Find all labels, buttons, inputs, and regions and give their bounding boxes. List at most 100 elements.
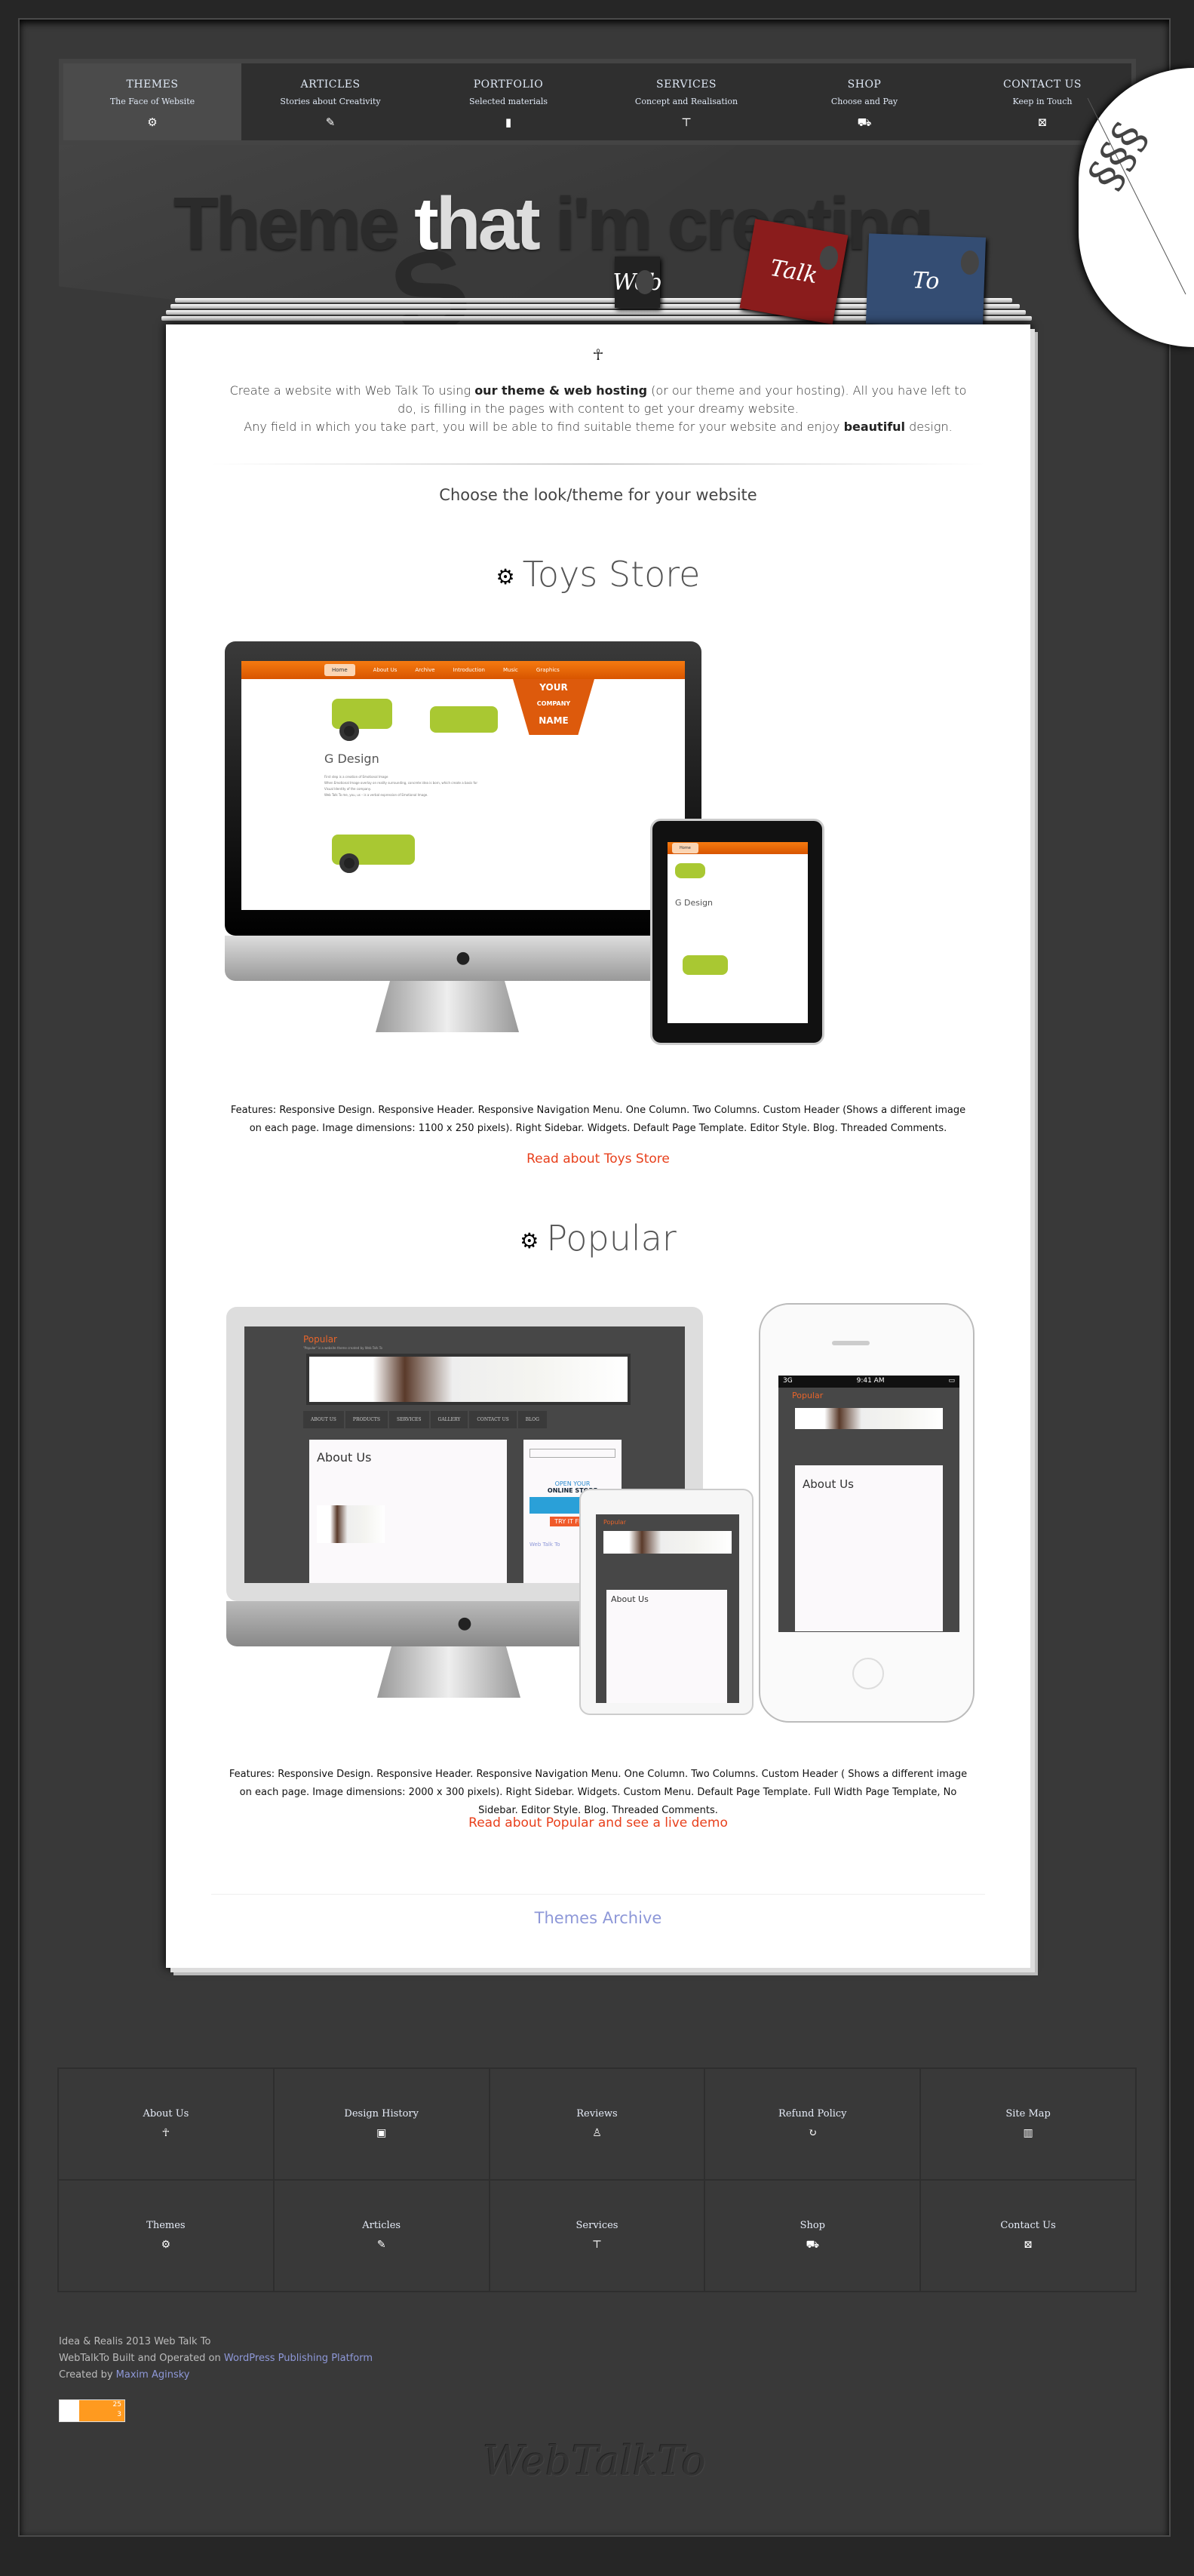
read-popular-link[interactable]: Read about Popular and see a live demo [166,1815,1030,1831]
mock-nav-item: GALLERY [430,1411,468,1428]
toys-store-features: Features: Responsive Design. Responsive … [230,1105,966,1134]
intro-paragraph-2: Any field in which you take part, you wi… [244,420,953,434]
mock-nav-item: ABOUT US [303,1411,344,1428]
cart-icon: ⛟ [857,115,872,129]
mock-title: Popular [603,1519,626,1526]
nav-item-themes[interactable]: THEMES The Face of Website ⚙ [63,63,241,140]
tractor-image [683,955,728,975]
map-icon: ▥ [1023,2127,1033,2139]
theme-title-popular: ⚙ Popular [166,1218,1030,1259]
tag-hole [818,244,840,272]
footer-link-about-us[interactable]: About Us ☥ [58,2068,274,2180]
mock-nav-item: Home [672,843,698,853]
tablet-screen: Home G Design [668,842,808,1023]
monitor-stand [377,1646,520,1698]
webtalkto-watermark: WebTalkTo [483,2437,706,2485]
nav-item-articles[interactable]: ARTICLES Stories about Creativity ✎ [241,63,419,140]
nav-subtitle: Selected materials [468,97,548,106]
divider [211,1894,985,1895]
mock-heading: About Us [606,1590,727,1703]
read-toys-store-link[interactable]: Read about Toys Store [166,1151,1030,1167]
footer-link-label: Design History [344,2108,419,2120]
tag-hole [636,270,654,294]
tractor-image [430,706,498,733]
nav-title: SHOP [847,78,882,91]
themes-archive-link[interactable]: Themes Archive [166,1909,1030,1927]
tag-to: To [865,233,987,328]
wheel [339,853,359,873]
gears-icon: ⚙ [496,564,515,589]
pencil-icon: ✎ [376,2239,386,2251]
person-icon: ☥ [592,346,604,364]
toys-store-preview[interactable]: Home About Us Archive Introduction Music Grap… [225,641,701,1041]
footer-link-design-history[interactable]: Design History ▣ [273,2068,490,2180]
footer-link-label: Themes [146,2220,186,2231]
cart-icon: ⛟ [806,2239,820,2251]
gears-icon: ⚙ [147,115,158,129]
nav-item-shop[interactable]: SHOP Choose and Pay ⛟ [775,63,953,140]
footer-link-services[interactable]: Services ⊤ [489,2180,705,2292]
mock-content: About Us [309,1440,507,1583]
dollar-circle-logo: §§§ [1079,68,1194,347]
monitor-screen: Home About Us Archive Introduction Music Grap… [241,661,685,910]
phone-preview[interactable]: 3G 9:41 AM ▭ Popular About Us [759,1303,975,1723]
footer-link-label: Site Map [1005,2108,1051,2120]
nav-subtitle: Stories about Creativity [280,97,381,106]
footer-link-label: Shop [800,2220,825,2231]
mock-nav-item: PRODUCTS [345,1411,388,1428]
nav-item-portfolio[interactable]: PORTFOLIO Selected materials ▮ [419,63,597,140]
tablet-screen: Popular About Us [596,1514,739,1703]
mock-nav: Home About Us Archive Introduction Music Grap… [241,661,685,679]
main-nav: THEMES The Face of Website ⚙ ARTICLES Storie… [59,59,1136,145]
mock-nav-item: Introduction [453,667,485,673]
footer-link-label: Articles [362,2220,401,2231]
phone-speaker [832,1341,870,1345]
tag-talk: Talk [739,219,849,324]
footer-link-articles[interactable]: Articles ✎ [273,2180,490,2292]
footer-link-label: Refund Policy [778,2108,847,2120]
mock-logo: YOUR COMPANY NAME [513,679,594,735]
divider [211,463,985,465]
mock-heading: G Design [675,898,713,908]
mock-search-box [529,1449,615,1458]
footer-link-reviews[interactable]: Reviews ♙ [489,2068,705,2180]
footer-created-by: Created by Maxim Aginsky [59,2369,190,2381]
status-bar: 3G 9:41 AM ▭ [778,1376,959,1388]
footer-link-refund-policy[interactable]: Refund Policy ↻ [704,2068,921,2180]
gears-icon: ⚙ [520,1228,539,1253]
home-button [852,1658,884,1689]
stats-counter-badge[interactable]: 25 3 [59,2399,125,2422]
microphone-icon: ♙ [592,2127,602,2139]
theme-title-toys-store: ⚙ Toys Store [166,554,1030,595]
mock-nav-item: SERVICES [388,1411,429,1428]
paint-roller-icon: ⊤ [591,2239,603,2251]
mock-nav-item: Graphics [536,667,560,673]
tablet-preview[interactable]: Home G Design [650,819,824,1045]
mock-heading: About Us [795,1465,943,1631]
tag-label: Talk [768,254,820,289]
mock-nav-item: Music [502,667,518,673]
footer-copyright: Idea & Realis 2013 Web Talk To [59,2336,211,2347]
paint-roller-icon: ⊤ [680,115,692,129]
footer-built-on: WebTalkTo Built and Operated on WordPres… [59,2353,373,2364]
refresh-icon: ↻ [808,2127,818,2139]
tag-label: To [912,266,940,295]
footer-link-themes[interactable]: Themes ⚙ [58,2180,274,2292]
mock-header-image [603,1531,732,1554]
footer-link-contact-us[interactable]: Contact Us ⊠ [920,2180,1136,2292]
intro-text: Create a website with Web Talk To using … [166,382,1030,436]
tablet-preview[interactable]: Popular About Us [579,1489,754,1715]
nav-item-services[interactable]: SERVICES Concept and Realisation ⊤ [597,63,775,140]
theme-name: Popular [546,1218,677,1259]
briefcase-icon: ▣ [376,2127,387,2139]
battery-icon: ▭ [948,1377,955,1385]
wordpress-link[interactable]: WordPress Publishing Platform [224,2353,373,2364]
mock-photo [317,1505,385,1543]
mock-body: First step is a creation of Emotional Im… [324,775,478,797]
footer-link-shop[interactable]: Shop ⛟ [704,2180,921,2292]
footer-link-label: About Us [143,2108,189,2120]
nav-subtitle: The Face of Website [109,97,195,106]
author-link[interactable]: Maxim Aginsky [116,2369,190,2381]
footer-link-site-map[interactable]: Site Map ▥ [920,2068,1136,2180]
nav-subtitle: Concept and Realisation [634,97,738,106]
